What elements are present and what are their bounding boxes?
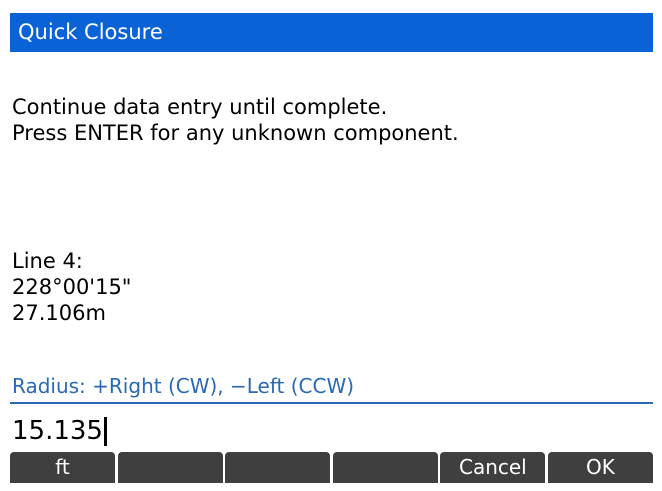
calculator-screen: Quick Closure Continue data entry until … — [0, 0, 662, 491]
line-info: Line 4: 228°00'15" 27.106m — [12, 248, 131, 326]
line-bearing: 228°00'15" — [12, 275, 132, 299]
prompt-divider — [10, 402, 653, 404]
cancel-button[interactable]: Cancel — [440, 452, 546, 483]
line-distance: 27.106m — [12, 301, 106, 325]
input-prompt: Radius: +Right (CW), −Left (CCW) — [12, 374, 355, 398]
softkey-bar: ft Cancel OK — [10, 452, 653, 483]
softkey-ft[interactable]: ft — [10, 452, 115, 483]
ok-button[interactable]: OK — [547, 452, 653, 483]
app-title: Quick Closure — [18, 20, 163, 44]
softkey-4[interactable] — [332, 452, 438, 483]
instructions-text: Continue data entry until complete. Pres… — [12, 94, 459, 146]
entry-value: 15.135 — [12, 416, 103, 446]
radius-entry-field[interactable]: 15.135 — [12, 415, 107, 447]
line-label: Line 4: — [12, 249, 83, 273]
softkey-2[interactable] — [117, 452, 223, 483]
text-cursor — [103, 416, 107, 446]
softkey-3[interactable] — [225, 452, 331, 483]
instruction-line-2: Press ENTER for any unknown component. — [12, 121, 459, 145]
app-title-bar: Quick Closure — [10, 13, 653, 52]
instruction-line-1: Continue data entry until complete. — [12, 95, 388, 119]
